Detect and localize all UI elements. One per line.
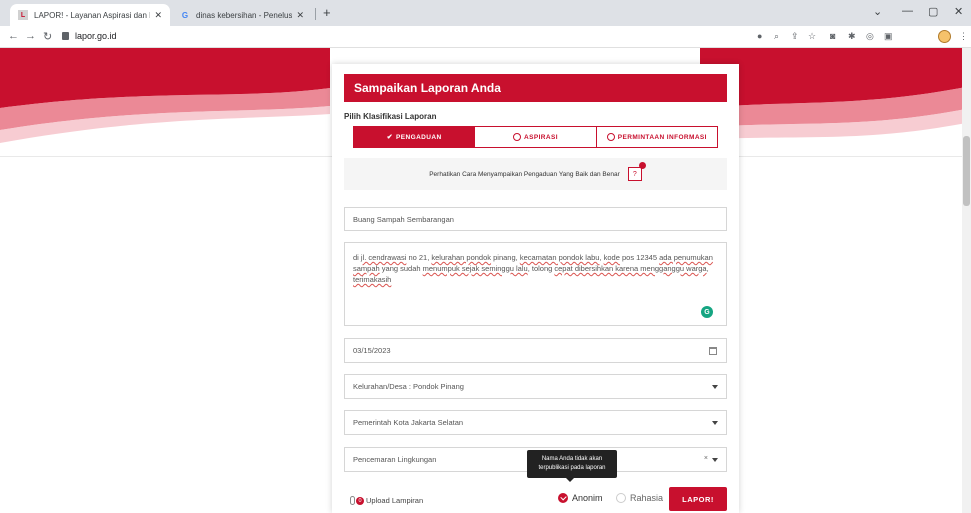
radio-icon: [513, 133, 522, 141]
grammarly-icon[interactable]: G: [701, 306, 713, 318]
media-icon[interactable]: ◎: [866, 31, 874, 42]
lapor-favicon-icon: L: [18, 10, 28, 20]
calendar-icon[interactable]: [709, 347, 717, 355]
report-body-text: di jl. cendrawasi no 21, kelurahan pondo…: [353, 253, 713, 284]
checked-radio-icon: [558, 493, 568, 503]
browser-tab-strip: L LAPOR! - Layanan Aspirasi dan P ✕ G di…: [0, 0, 971, 26]
submit-report-button[interactable]: LAPOR!: [669, 487, 727, 511]
tab-google-search[interactable]: G dinas kebersihan - Penelusuran G ✕: [172, 4, 312, 26]
minimize-icon[interactable]: —: [902, 5, 913, 17]
window-close-icon[interactable]: ✕: [954, 5, 963, 18]
classification-selector: ✔ PENGADUAN ASPIRASI PERMINTAAN INFORMAS…: [353, 126, 718, 148]
location-icon[interactable]: ●: [757, 31, 762, 41]
guidance-box: Perhatikan Cara Menyampaikan Pengaduan Y…: [344, 158, 727, 190]
upload-label: Upload Lampiran: [366, 496, 424, 505]
menu-icon[interactable]: ⋮: [959, 31, 968, 42]
tab-search-icon[interactable]: ⌄: [873, 5, 882, 18]
url-text: lapor.go.id: [75, 31, 117, 41]
instansi-select[interactable]: Pemerintah Kota Jakarta Selatan: [344, 410, 727, 435]
instansi-value: Pemerintah Kota Jakarta Selatan: [353, 418, 464, 427]
scrollbar-thumb[interactable]: [963, 136, 970, 206]
report-form-card: Sampaikan Laporan Anda Pilih Klasifikasi…: [332, 64, 739, 513]
notification-dot: [638, 162, 646, 169]
profile-avatar[interactable]: [938, 30, 951, 43]
rahasia-radio[interactable]: Rahasia: [616, 493, 663, 503]
option-pengaduan[interactable]: ✔ PENGADUAN: [354, 127, 476, 147]
tooltip-arrow: [566, 478, 574, 482]
option-aspirasi[interactable]: ASPIRASI: [475, 127, 597, 147]
anonim-label: Anonim: [572, 493, 603, 503]
chevron-down-icon: [712, 458, 718, 462]
kelurahan-value: Kelurahan/Desa : Pondok Pinang: [353, 382, 464, 391]
anonymous-tooltip: Nama Anda tidak akan terpublikasi pada l…: [527, 450, 617, 478]
guidance-text: Perhatikan Cara Menyampaikan Pengaduan Y…: [429, 170, 620, 178]
forward-icon[interactable]: →: [25, 30, 36, 42]
tab-title: LAPOR! - Layanan Aspirasi dan P: [34, 10, 151, 20]
radio-icon: [606, 133, 615, 141]
upload-attachment-button[interactable]: 0 Upload Lampiran: [350, 496, 423, 505]
reload-icon[interactable]: ↻: [43, 30, 52, 43]
report-body-textarea[interactable]: di jl. cendrawasi no 21, kelurahan pondo…: [344, 242, 727, 326]
scrollbar-track[interactable]: [962, 48, 971, 513]
google-icon: G: [181, 10, 189, 20]
date-value: 03/15/2023: [353, 346, 391, 355]
bookmark-star-icon[interactable]: ☆: [808, 31, 816, 42]
attachment-count-badge: 0: [356, 496, 364, 505]
anonim-radio[interactable]: Anonim: [558, 493, 603, 503]
option-label: ASPIRASI: [524, 133, 558, 141]
kategori-value: Pencemaran Lingkungan: [353, 455, 437, 464]
tab-separator: [315, 8, 316, 20]
tab-title: dinas kebersihan - Penelusuran G: [196, 10, 293, 20]
tooltip-line: Nama Anda tidak akan: [541, 456, 603, 462]
url-field[interactable]: lapor.go.id: [62, 31, 117, 41]
unchecked-radio-icon: [616, 493, 626, 503]
chevron-down-icon: [712, 385, 718, 389]
option-label: PENGADUAN: [396, 133, 442, 141]
side-panel-icon[interactable]: ▣: [884, 31, 893, 42]
option-label: PERMINTAAN INFORMASI: [617, 133, 707, 141]
new-tab-icon[interactable]: +: [323, 5, 331, 20]
check-icon: ✔: [386, 134, 394, 141]
tab-lapor[interactable]: L LAPOR! - Layanan Aspirasi dan P ✕: [10, 4, 170, 26]
close-tab-icon[interactable]: ✕: [296, 10, 304, 21]
puzzle-icon[interactable]: ✱: [848, 31, 856, 42]
form-title: Sampaikan Laporan Anda: [344, 74, 727, 102]
share-icon[interactable]: ⇪: [791, 31, 799, 42]
help-button[interactable]: ?: [627, 162, 646, 181]
back-icon[interactable]: ←: [8, 30, 19, 42]
address-bar: ← → ↻ lapor.go.id ● ⌕ ⇪ ☆ ◙ ✱ ◎ ▣ ⋮: [0, 26, 971, 48]
date-input[interactable]: 03/15/2023: [344, 338, 727, 363]
close-tab-icon[interactable]: ✕: [154, 10, 162, 21]
kelurahan-select[interactable]: Kelurahan/Desa : Pondok Pinang: [344, 374, 727, 399]
option-permintaan-informasi[interactable]: PERMINTAAN INFORMASI: [597, 127, 717, 147]
zoom-icon[interactable]: ⌕: [774, 31, 779, 42]
lock-icon: [62, 32, 69, 40]
extension-icon[interactable]: ◙: [830, 31, 835, 41]
tooltip-line: terpublikasi pada laporan: [538, 465, 606, 471]
rahasia-label: Rahasia: [630, 493, 664, 503]
clear-selection-icon[interactable]: ×: [704, 455, 708, 462]
help-label: ?: [632, 170, 637, 178]
classification-label: Pilih Klasifikasi Laporan: [344, 112, 437, 121]
paperclip-icon: [350, 496, 355, 505]
restore-icon[interactable]: ▢: [928, 5, 938, 18]
report-title-input[interactable]: Buang Sampah Sembarangan: [344, 207, 727, 231]
chevron-down-icon: [712, 421, 718, 425]
